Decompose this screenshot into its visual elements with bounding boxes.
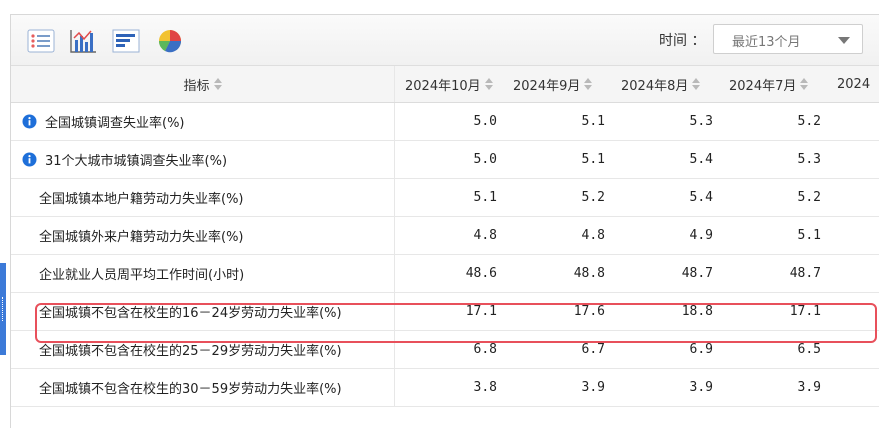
row-label: 全国城镇不包含在校生的16－24岁劳动力失业率(%) [39, 306, 342, 321]
value-cell: 5.0 [473, 152, 497, 167]
time-label: 时间 ： [659, 33, 706, 49]
info-icon[interactable] [22, 114, 37, 129]
value-cell: 17.6 [573, 304, 605, 319]
time-range-select[interactable]: 最近13个月 [713, 24, 863, 54]
row-label: 全国城镇调查失业率(%) [45, 116, 185, 131]
horizontal-bar-icon[interactable] [112, 28, 140, 54]
row-indicator: 全国城镇不包含在校生的30－59岁劳动力失业率(%) [11, 369, 395, 406]
side-feedback-tab[interactable] [0, 263, 6, 355]
value-cell: 5.2 [581, 190, 605, 205]
table-row: 全国城镇不包含在校生的25－29岁劳动力失业率(%) 6.8 6.7 6.9 6.5 [11, 331, 879, 369]
sort-icon[interactable] [584, 78, 593, 90]
row-indicator: 全国城镇外来户籍劳动力失业率(%) [11, 217, 395, 254]
value-cell: 6.9 [689, 342, 713, 357]
row-label: 全国城镇不包含在校生的25－29岁劳动力失业率(%) [39, 344, 342, 359]
sort-icon[interactable] [692, 78, 701, 90]
table-row: 31个大城市城镇调查失业率(%) 5.0 5.1 5.4 5.3 [11, 141, 879, 179]
toolbar: 时间 ： 最近13个月 [11, 15, 879, 66]
value-cell: 5.3 [797, 152, 821, 167]
bar-chart-icon[interactable] [69, 28, 97, 54]
value-cell: 17.1 [789, 304, 821, 319]
value-cell: 6.5 [797, 342, 821, 357]
value-cell: 5.3 [689, 114, 713, 129]
table-row: 全国城镇调查失业率(%) 5.0 5.1 5.3 5.2 [11, 103, 879, 141]
value-cell: 3.9 [797, 380, 821, 395]
pie-chart-icon[interactable] [156, 28, 184, 54]
sort-icon[interactable] [800, 78, 809, 90]
chevron-down-icon [838, 37, 850, 44]
value-cell: 3.9 [581, 380, 605, 395]
value-cell: 6.8 [473, 342, 497, 357]
value-cell: 3.9 [689, 380, 713, 395]
data-grid: 指标 2024年10月 2024年9月 2024年8月 2024年7月 2024… [11, 66, 879, 407]
value-cell: 4.8 [473, 228, 497, 243]
header-indicator[interactable]: 指标 [11, 66, 395, 102]
table-row: 全国城镇外来户籍劳动力失业率(%) 4.8 4.8 4.9 5.1 [11, 217, 879, 255]
row-indicator: 全国城镇本地户籍劳动力失业率(%) [11, 179, 395, 216]
header-col-0[interactable]: 2024年10月 [395, 66, 503, 102]
sort-icon[interactable] [484, 78, 493, 90]
row-indicator: 31个大城市城镇调查失业率(%) [11, 141, 395, 178]
value-cell: 5.1 [473, 190, 497, 205]
row-indicator: 企业就业人员周平均工作时间(小时) [11, 255, 395, 292]
table-header-row: 指标 2024年10月 2024年9月 2024年8月 2024年7月 2024 [11, 66, 879, 103]
header-col-1[interactable]: 2024年9月 [503, 66, 611, 102]
row-label: 31个大城市城镇调查失业率(%) [45, 154, 228, 169]
value-cell: 6.7 [581, 342, 605, 357]
value-cell: 48.6 [465, 266, 497, 281]
header-col-3[interactable]: 2024年7月 [719, 66, 827, 102]
value-cell: 5.4 [689, 152, 713, 167]
value-cell: 5.1 [581, 152, 605, 167]
time-range-value: 最近13个月 [732, 35, 801, 50]
value-cell: 5.2 [797, 190, 821, 205]
value-cell: 48.7 [681, 266, 713, 281]
table-row: 全国城镇不包含在校生的16－24岁劳动力失业率(%) 17.1 17.6 18.8 17… [11, 293, 879, 331]
table-row: 全国城镇本地户籍劳动力失业率(%) 5.1 5.2 5.4 5.2 [11, 179, 879, 217]
value-cell: 4.8 [581, 228, 605, 243]
row-indicator: 全国城镇不包含在校生的16－24岁劳动力失业率(%) [11, 293, 395, 330]
info-icon[interactable] [22, 152, 37, 167]
value-cell: 5.2 [797, 114, 821, 129]
header-col-2[interactable]: 2024年8月 [611, 66, 719, 102]
header-col-4[interactable]: 2024 [827, 66, 879, 102]
value-cell: 4.9 [689, 228, 713, 243]
value-cell: 5.0 [473, 114, 497, 129]
row-indicator: 全国城镇不包含在校生的25－29岁劳动力失业率(%) [11, 331, 395, 368]
row-label: 全国城镇外来户籍劳动力失业率(%) [39, 230, 244, 245]
value-cell: 5.1 [797, 228, 821, 243]
value-cell: 18.8 [681, 304, 713, 319]
sort-icon[interactable] [213, 78, 222, 90]
row-label: 全国城镇本地户籍劳动力失业率(%) [39, 192, 244, 207]
row-indicator: 全国城镇调查失业率(%) [11, 103, 395, 140]
value-cell: 5.4 [689, 190, 713, 205]
data-table-panel: 时间 ： 最近13个月 指标 2024年10月 2024年9月 2024年8月 … [10, 14, 879, 428]
list-view-icon[interactable] [27, 28, 55, 54]
table-row: 全国城镇不包含在校生的30－59岁劳动力失业率(%) 3.8 3.9 3.9 3.9 [11, 369, 879, 407]
row-label: 企业就业人员周平均工作时间(小时) [39, 268, 245, 283]
row-label: 全国城镇不包含在校生的30－59岁劳动力失业率(%) [39, 382, 342, 397]
table-row: 企业就业人员周平均工作时间(小时) 48.6 48.8 48.7 48.7 [11, 255, 879, 293]
value-cell: 5.1 [581, 114, 605, 129]
value-cell: 48.8 [573, 266, 605, 281]
value-cell: 3.8 [473, 380, 497, 395]
value-cell: 17.1 [465, 304, 497, 319]
value-cell: 48.7 [789, 266, 821, 281]
